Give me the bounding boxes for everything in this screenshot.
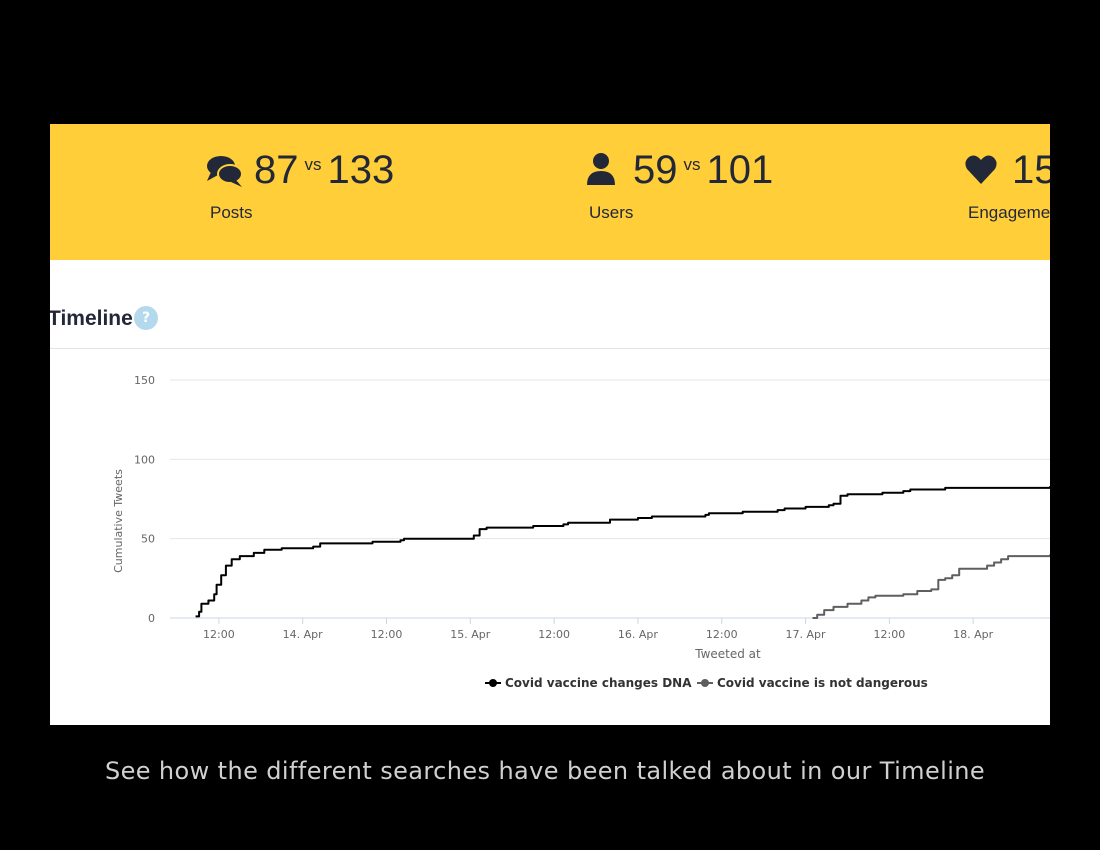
legend-label: Covid vaccine is not dangerous [717, 676, 928, 690]
stats-bar: 87 vs 133 Posts 59 vs 101 Users 15 Engag… [50, 124, 1050, 260]
y-tick-label: 0 [148, 612, 155, 625]
posts-value-b: 133 [327, 148, 395, 192]
x-tick-label: 17. Apr [786, 628, 826, 641]
x-tick-label: 14. Apr [283, 628, 323, 641]
x-axis-label: Tweeted at [694, 647, 761, 661]
x-tick-label: 18. Apr [953, 628, 993, 641]
timeline-header: Timeline ? [50, 260, 1050, 349]
timeline-title: Timeline [50, 307, 133, 330]
users-vs: vs [683, 154, 701, 174]
timeline-chart: 0 50 100 150 12:00 14. Apr 12:00 15. Apr 12:00 16… [112, 374, 1050, 690]
help-icon[interactable]: ? [134, 306, 158, 330]
series-line-1 [195, 486, 1050, 618]
y-tick-label: 150 [134, 374, 155, 387]
caption: See how the different searches have been… [104, 757, 986, 785]
x-tick-label: 12:00 [706, 628, 738, 641]
engagement-label: Engagement [968, 203, 1050, 222]
comments-icon [206, 152, 244, 190]
users-label: Users [589, 203, 634, 222]
user-icon [585, 152, 623, 190]
engagement-value: 15 [1012, 148, 1050, 192]
stat-engagement: 15 Engagement [964, 148, 1050, 223]
y-tick-label: 100 [134, 453, 155, 466]
x-tick-label: 12:00 [874, 628, 906, 641]
x-tick-label: 12:00 [538, 628, 570, 641]
legend-label: Covid vaccine changes DNA [505, 676, 692, 690]
stat-posts: 87 vs 133 Posts [206, 148, 394, 223]
stat-users: 59 vs 101 Users [585, 148, 773, 223]
legend-symbol-marker [489, 679, 497, 687]
legend-symbol-marker [701, 679, 709, 687]
heart-icon [964, 152, 1002, 190]
users-value-b: 101 [706, 148, 774, 192]
y-tick-label: 50 [141, 533, 155, 546]
timeline-card: 87 vs 133 Posts 59 vs 101 Users 15 Engag… [50, 124, 1050, 725]
users-value-a: 59 [633, 148, 678, 192]
series-line-2 [812, 554, 1050, 619]
x-tick-label: 15. Apr [450, 628, 490, 641]
x-tick-label: 12:00 [203, 628, 235, 641]
x-tick-label: 12:00 [371, 628, 403, 641]
x-tick-label: 16. Apr [618, 628, 658, 641]
posts-value-a: 87 [254, 148, 299, 192]
posts-label: Posts [210, 203, 253, 222]
posts-vs: vs [304, 154, 322, 174]
y-axis-label: Cumulative Tweets [112, 469, 125, 573]
